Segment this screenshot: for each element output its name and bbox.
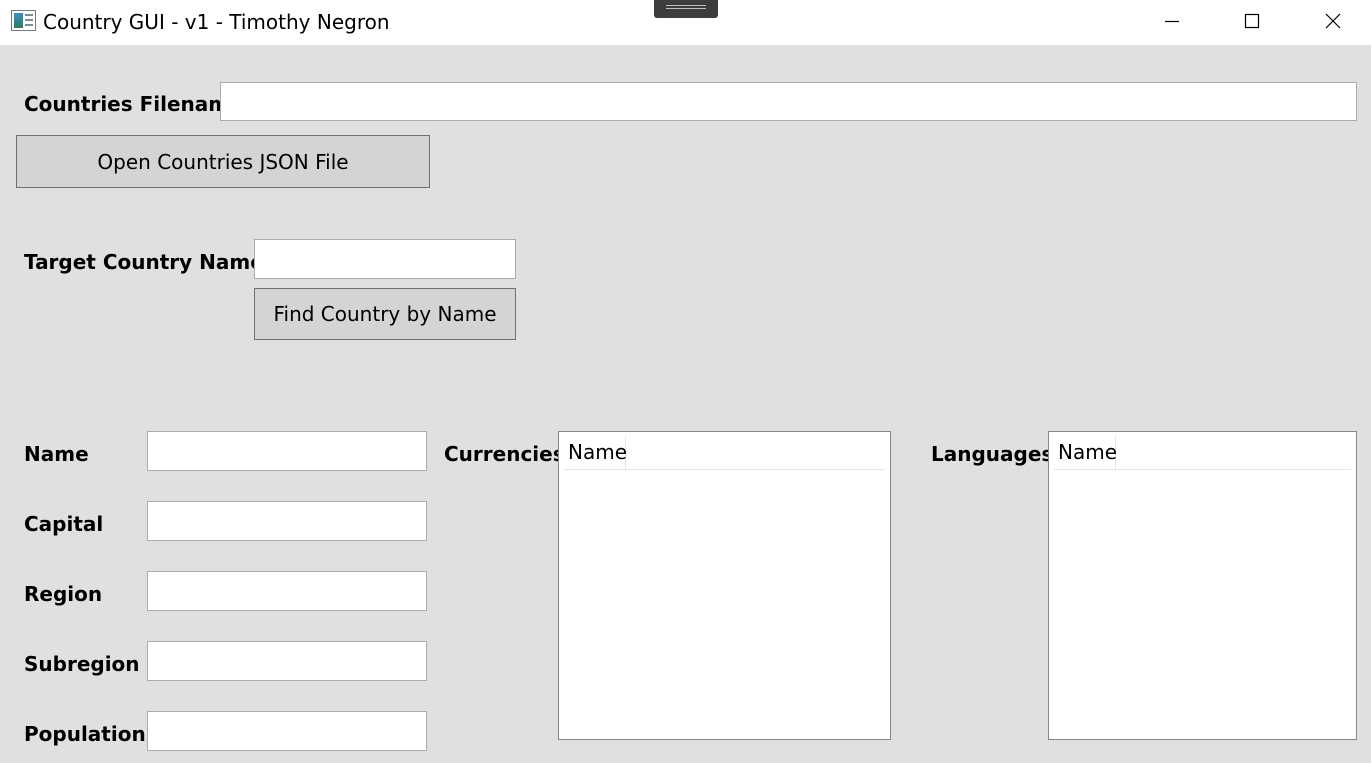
minimize-button[interactable] <box>1149 0 1195 42</box>
maximize-icon <box>1244 13 1260 29</box>
languages-label: Languages <box>931 442 1054 466</box>
name-field[interactable] <box>147 431 427 471</box>
target-country-name-input[interactable] <box>254 239 516 279</box>
find-country-button[interactable]: Find Country by Name <box>254 288 516 340</box>
app-window-icon <box>11 10 36 31</box>
minimize-icon <box>1165 20 1179 23</box>
languages-name-column-header[interactable]: Name <box>1054 436 1117 469</box>
maximize-button[interactable] <box>1229 0 1275 42</box>
currencies-label: Currencies <box>444 442 565 466</box>
currencies-name-column-header[interactable]: Name <box>564 436 627 469</box>
close-icon <box>1325 13 1341 29</box>
region-field[interactable] <box>147 571 427 611</box>
population-field[interactable] <box>147 711 427 751</box>
region-label: Region <box>24 582 103 606</box>
subregion-field[interactable] <box>147 641 427 681</box>
target-country-name-label: Target Country Name <box>24 250 264 274</box>
name-label: Name <box>24 442 89 466</box>
close-button[interactable] <box>1310 0 1356 42</box>
population-label: Population <box>24 722 146 746</box>
window-title: Country GUI - v1 - Timothy Negron <box>43 10 390 34</box>
countries-filename-label: Countries Filename <box>24 92 243 116</box>
capital-label: Capital <box>24 512 104 536</box>
open-countries-json-button[interactable]: Open Countries JSON File <box>16 135 430 188</box>
countries-filename-input[interactable] <box>220 82 1357 121</box>
currencies-list-header: Name <box>564 436 885 470</box>
languages-list-header: Name <box>1054 436 1351 470</box>
languages-list[interactable]: Name <box>1048 431 1357 740</box>
capital-field[interactable] <box>147 501 427 541</box>
currencies-list[interactable]: Name <box>558 431 891 740</box>
subregion-label: Subregion <box>24 652 140 676</box>
drag-handle[interactable] <box>654 0 718 18</box>
